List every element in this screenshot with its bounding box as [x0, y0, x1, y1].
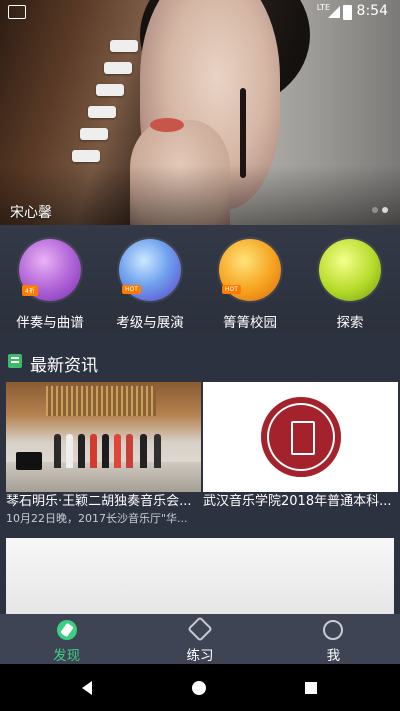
news-icon — [8, 354, 22, 368]
battery-icon — [343, 5, 352, 20]
news-card-description: 10月22日晚，2017长沙音乐厅"华... — [6, 512, 188, 525]
portrait-lips — [150, 118, 184, 132]
news-section-title: 最新资讯 — [30, 356, 98, 376]
piano-shape — [16, 452, 42, 470]
violin-icon — [187, 616, 213, 642]
category-label: 考级与展演 — [116, 315, 184, 331]
tab-label: 我 — [326, 648, 341, 664]
guzheng-peg — [96, 84, 124, 96]
banner-shade — [0, 165, 400, 225]
signal-icon — [328, 6, 340, 18]
performer — [78, 434, 85, 468]
page-dot[interactable] — [372, 207, 378, 213]
hero-banner[interactable]: 宋心馨 — [0, 0, 400, 225]
category-exams[interactable]: HOT 考级与展演 — [100, 225, 200, 332]
news-card-concert-image[interactable] — [6, 382, 201, 492]
news-card-conservatory-image[interactable] — [203, 382, 398, 492]
tab-label: 发现 — [53, 648, 81, 664]
banner-page-indicator — [372, 207, 388, 213]
guzheng-peg — [72, 150, 100, 162]
news-card-title[interactable]: 武汉音乐学院2018年普通本科... — [203, 490, 398, 509]
status-bar: LTE 8:54 — [0, 0, 400, 24]
guzheng-peg — [104, 62, 132, 74]
hot-badge: HOT — [122, 285, 141, 294]
conservatory-seal-icon — [260, 397, 341, 477]
tab-discover[interactable]: 发现 — [0, 614, 133, 664]
performer — [126, 434, 133, 468]
performer — [102, 434, 109, 468]
category-accompaniment[interactable]: 4折 伴奏与曲谱 — [0, 225, 100, 332]
performer — [54, 434, 61, 468]
organ-pipes — [46, 386, 156, 416]
tab-label: 练习 — [186, 648, 214, 664]
notification-icon — [8, 5, 26, 19]
guzheng-peg — [110, 40, 138, 52]
tab-me[interactable]: 我 — [267, 614, 400, 664]
category-label: 箐箐校园 — [223, 315, 277, 331]
performer — [154, 434, 161, 468]
explore-icon — [319, 239, 381, 301]
bottom-tab-bar: 发现 练习 我 — [0, 614, 400, 664]
performer — [140, 434, 147, 468]
banner-caption: 宋心馨 — [10, 205, 52, 221]
category-label: 伴奏与曲谱 — [16, 315, 84, 331]
category-row: 4折 伴奏与曲谱 HOT 考级与展演 HOT 箐箐校园 探索 — [0, 225, 400, 332]
recents-icon[interactable] — [305, 682, 317, 694]
category-explore[interactable]: 探索 — [300, 225, 400, 332]
guzheng-peg — [88, 106, 116, 118]
guzheng-peg — [80, 128, 108, 140]
performer — [114, 434, 121, 468]
performer — [66, 434, 73, 468]
tab-practice[interactable]: 练习 — [133, 614, 266, 664]
back-icon[interactable] — [82, 681, 92, 695]
performer — [90, 434, 97, 468]
home-icon[interactable] — [192, 681, 206, 695]
category-campus[interactable]: HOT 箐箐校园 — [200, 225, 300, 332]
profile-icon — [323, 620, 344, 640]
compass-icon — [56, 620, 77, 640]
clock: 8:54 — [356, 3, 388, 19]
discount-badge: 4折 — [22, 285, 38, 296]
news-card-placeholder[interactable] — [6, 538, 394, 614]
system-nav-bar — [0, 664, 400, 711]
page-dot-active[interactable] — [382, 207, 388, 213]
category-label: 探索 — [336, 315, 364, 331]
news-header: 最新资讯 — [0, 342, 400, 382]
hot-badge: HOT — [222, 285, 241, 294]
news-card-title[interactable]: 琴石明乐·王颖二胡独奏音乐会... — [6, 490, 201, 509]
